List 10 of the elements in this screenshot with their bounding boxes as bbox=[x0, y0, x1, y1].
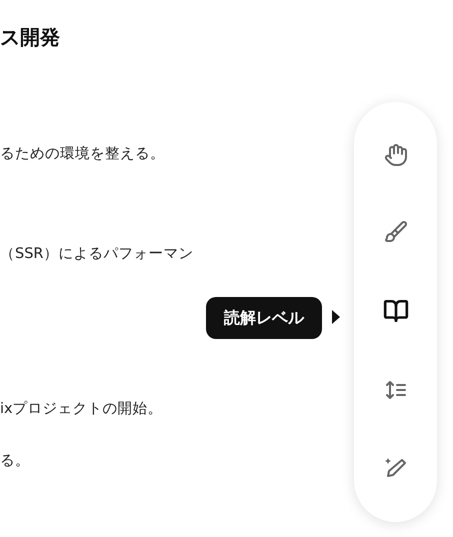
paragraph: （SSR）によるパフォーマン bbox=[0, 245, 194, 264]
paragraph: る。 bbox=[0, 452, 30, 471]
open-book-icon bbox=[382, 298, 408, 324]
paragraph: るための環境を整える。 bbox=[0, 144, 165, 164]
tooltip: 読解レベル bbox=[206, 297, 322, 339]
paragraph: ixプロジェクトの開始。 bbox=[0, 400, 163, 419]
section-heading: ス開発 bbox=[0, 24, 61, 51]
tooltip-arrow-icon bbox=[332, 310, 340, 324]
brush-icon bbox=[384, 220, 408, 244]
hand-icon bbox=[384, 142, 408, 167]
